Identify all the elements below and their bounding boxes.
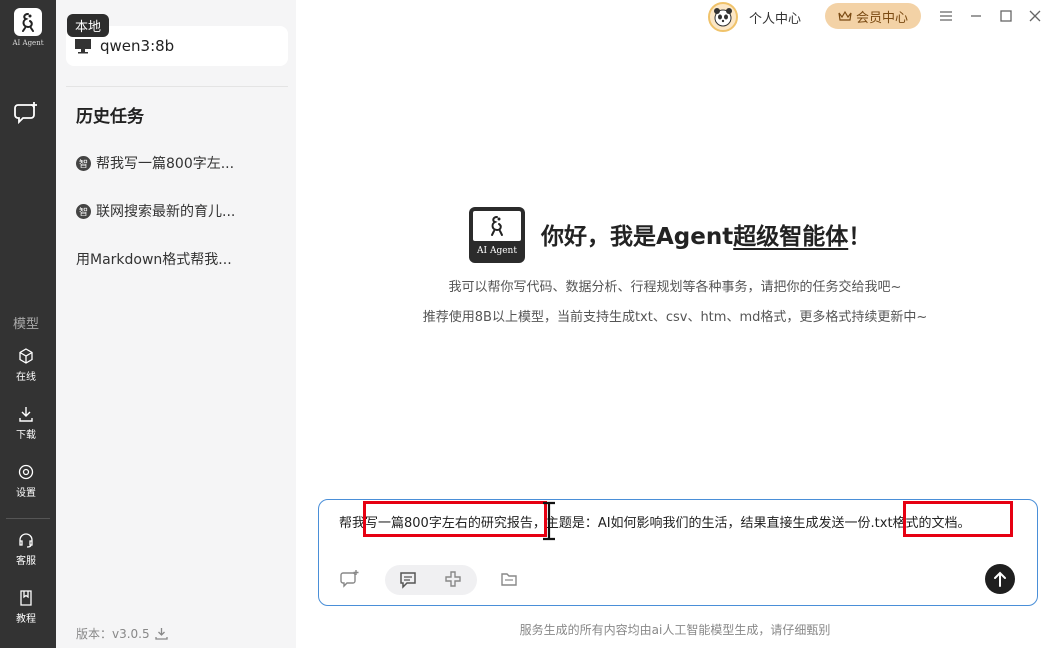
version-info: 版本：v3.0.5	[76, 625, 168, 642]
settings-icon	[18, 464, 34, 480]
history-title: 历史任务	[76, 107, 144, 127]
send-button[interactable]	[985, 564, 1015, 594]
maximize-icon[interactable]	[996, 6, 1016, 26]
plugin-mode-icon[interactable]	[439, 566, 467, 594]
hero-description-2: 推荐使用8B以上模型，当前支持生成txt、csv、htm、md格式，更多格式持续…	[422, 310, 928, 325]
left-rail: AI Agent 模型 在线 下载 设置 客服 教程	[0, 0, 56, 648]
cube-icon	[19, 348, 33, 364]
local-tag: 本地	[67, 14, 110, 37]
rail-item-label: 客服	[16, 556, 36, 567]
hero-title-highlight: 超级智能体	[733, 224, 849, 250]
history-task[interactable]: 智 联网搜索最新的育儿...	[76, 201, 235, 221]
task-label: 联网搜索最新的育儿...	[96, 204, 236, 220]
chat-mode-icon[interactable]	[394, 566, 422, 594]
smart-badge-icon: 智	[76, 203, 91, 219]
smart-badge-icon: 智	[76, 155, 91, 171]
logo-icon	[14, 8, 42, 36]
disclaimer-note: 服务生成的所有内容均由ai人工智能模型生成，请仔细甄别	[519, 623, 831, 637]
crown-icon	[838, 10, 852, 21]
logo-text: AI Agent	[12, 39, 44, 47]
minimize-icon[interactable]	[966, 6, 986, 26]
close-icon[interactable]	[1025, 6, 1045, 26]
task-label: 用Markdown格式帮我...	[76, 252, 232, 268]
history-sidebar	[56, 0, 296, 648]
hero-description-1: 我可以帮你写代码、数据分析、行程规划等各种事务，请把你的任务交给我吧~	[448, 280, 902, 295]
version-label: 版本：v3.0.5	[76, 627, 150, 641]
rail-item-online[interactable]: 在线	[0, 348, 52, 383]
rail-item-label: 设置	[16, 488, 36, 499]
rail-section-label: 模型	[12, 317, 39, 332]
download-icon	[19, 407, 33, 422]
model-name: qwen3:8b	[100, 37, 175, 55]
menu-icon[interactable]	[936, 6, 956, 26]
rail-item-support[interactable]: 客服	[0, 532, 52, 567]
rail-item-label: 教程	[16, 614, 36, 625]
hero-title-prefix: 你好，我是Agent	[541, 224, 734, 250]
new-chat-icon[interactable]	[14, 100, 40, 126]
new-topic-icon[interactable]	[336, 565, 364, 593]
headset-icon	[19, 533, 33, 548]
hero-logo-text: AI Agent	[477, 246, 517, 256]
prompt-input[interactable]: 帮我写一篇800字左右的研究报告，主题是：AI如何影响我们的生活，结果直接生成发…	[339, 512, 971, 531]
sidebar-divider	[66, 86, 288, 87]
hero-title: 你好，我是Agent超级智能体！	[541, 217, 871, 251]
rail-item-settings[interactable]: 设置	[0, 464, 52, 499]
history-task[interactable]: 智 帮我写一篇800字左...	[76, 153, 234, 173]
hero-logo: AI Agent	[469, 207, 525, 263]
app-logo: AI Agent	[6, 8, 50, 52]
hero-logo-icon	[473, 211, 521, 241]
folder-icon[interactable]	[495, 565, 523, 593]
update-download-icon[interactable]	[154, 627, 168, 640]
member-center-button[interactable]: 会员中心	[825, 3, 921, 29]
rail-divider	[6, 518, 50, 519]
text-cursor-icon	[543, 501, 555, 541]
member-center-label: 会员中心	[855, 10, 908, 26]
rail-item-label: 下载	[16, 430, 36, 441]
rail-item-label: 在线	[16, 372, 36, 383]
task-label: 帮我写一篇800字左...	[96, 156, 235, 172]
arrow-up-icon	[994, 571, 1006, 587]
user-center-link[interactable]: 个人中心	[749, 8, 801, 27]
history-task[interactable]: 用Markdown格式帮我...	[76, 249, 232, 269]
rail-item-download[interactable]: 下载	[0, 406, 52, 441]
book-icon	[20, 590, 32, 606]
monitor-icon	[75, 39, 91, 54]
hero-title-suffix: ！	[848, 224, 872, 250]
panda-avatar-icon	[714, 8, 732, 27]
rail-item-tutorial[interactable]: 教程	[0, 590, 52, 625]
user-avatar[interactable]	[708, 2, 738, 32]
